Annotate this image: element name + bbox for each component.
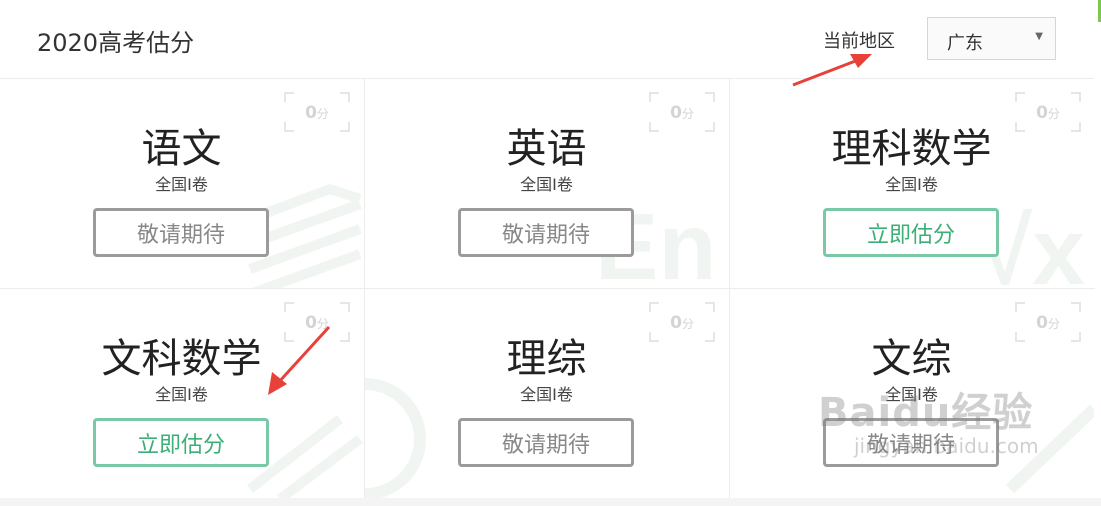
- paper-type: 全国I卷: [520, 385, 573, 404]
- page-title: 2020高考估分: [37, 29, 195, 57]
- subject-card-science-comprehensive: 0分 理综 全国I卷 敬请期待: [365, 289, 730, 499]
- triangle-down-icon: ▼: [1035, 31, 1043, 42]
- coming-soon-button[interactable]: 敬请期待: [93, 208, 269, 257]
- subject-card-science-math: √x 0分 理科数学 全国I卷 立即估分: [730, 79, 1095, 289]
- coming-soon-button[interactable]: 敬请期待: [458, 208, 634, 257]
- coming-soon-button[interactable]: 敬请期待: [823, 418, 999, 467]
- paper-type: 全国I卷: [155, 385, 208, 404]
- paper-type: 全国I卷: [885, 175, 938, 194]
- subject-card-arts-math: 0分 文科数学 全国I卷 立即估分: [0, 289, 365, 499]
- subject-card-arts-comprehensive: 0分 文综 全国I卷 敬请期待: [730, 289, 1095, 499]
- estimate-now-button[interactable]: 立即估分: [823, 208, 999, 257]
- bottom-divider: [0, 498, 1101, 506]
- coming-soon-button[interactable]: 敬请期待: [458, 418, 634, 467]
- subject-name: 语文: [141, 126, 222, 172]
- subject-name: 文综: [871, 336, 952, 382]
- subject-card-english: En 0分 英语 全国I卷 敬请期待: [365, 79, 730, 289]
- subject-name: 理综: [506, 336, 587, 382]
- region-label: 当前地区: [823, 31, 895, 52]
- region-select-value: 广东: [947, 33, 983, 54]
- paper-type: 全国I卷: [155, 175, 208, 194]
- region-select[interactable]: 广东 ▼: [927, 17, 1056, 60]
- subject-name: 英语: [506, 126, 587, 172]
- subject-name: 理科数学: [831, 126, 992, 172]
- subject-card-chinese: 0分 语文 全国I卷 敬请期待: [0, 79, 365, 289]
- subject-name: 文科数学: [101, 336, 262, 382]
- subject-grid: 0分 语文 全国I卷 敬请期待 En 0分 英语 全国I卷 敬请期待 √x 0分: [0, 78, 1095, 499]
- paper-type: 全国I卷: [520, 175, 573, 194]
- paper-type: 全国I卷: [885, 385, 938, 404]
- estimate-now-button[interactable]: 立即估分: [93, 418, 269, 467]
- page-header: 2020高考估分 当前地区 广东 ▼: [0, 0, 1101, 78]
